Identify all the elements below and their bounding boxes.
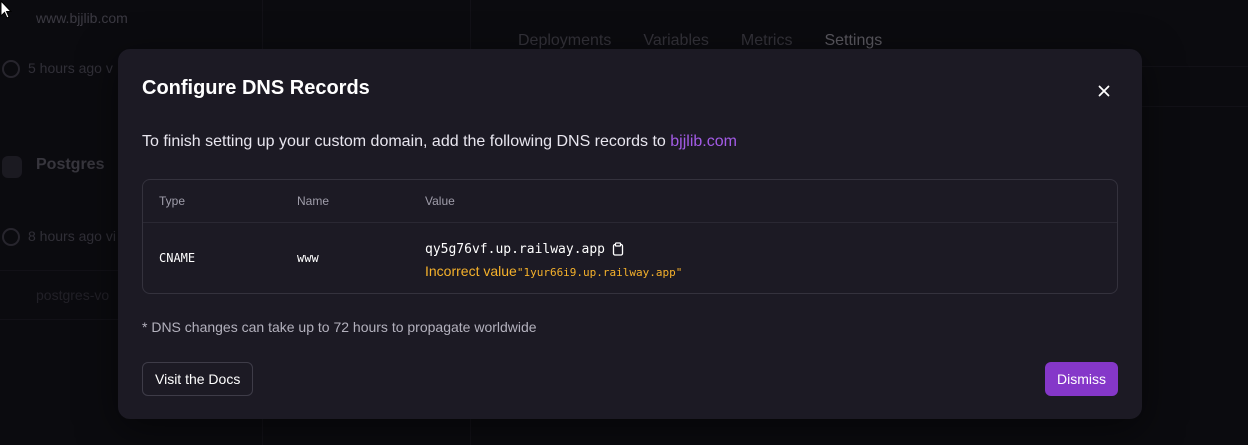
record-value: qy5g76vf.up.railway.app bbox=[425, 241, 606, 257]
record-type: CNAME bbox=[159, 251, 196, 265]
copy-icon bbox=[612, 242, 624, 256]
intro-text: To finish setting up your custom domain,… bbox=[142, 133, 671, 150]
record-value-cell: qy5g76vf.up.railway.app bbox=[425, 240, 627, 258]
table-divider bbox=[143, 222, 1117, 223]
column-header-name: Name bbox=[297, 194, 330, 208]
close-button[interactable] bbox=[1090, 77, 1118, 105]
warning-current-value: "1yur66i9.up.railway.app" bbox=[516, 266, 683, 279]
close-icon bbox=[1098, 85, 1110, 97]
column-header-type: Type bbox=[159, 194, 186, 208]
modal-intro: To finish setting up your custom domain,… bbox=[142, 133, 737, 151]
modal-title: Configure DNS Records bbox=[142, 77, 370, 99]
record-name: www bbox=[297, 251, 319, 265]
warning-label: Incorrect value bbox=[425, 263, 517, 279]
dns-records-table: Type Name Value CNAME www qy5g76vf.up.ra… bbox=[142, 179, 1118, 294]
incorrect-value-warning: Incorrect value "1yur66i9.up.railway.app… bbox=[425, 263, 682, 279]
copy-value-button[interactable] bbox=[609, 240, 627, 258]
dns-records-modal: Configure DNS Records To finish setting … bbox=[118, 49, 1142, 419]
dismiss-button[interactable]: Dismiss bbox=[1045, 362, 1118, 396]
mouse-cursor-icon bbox=[0, 0, 12, 19]
domain-link[interactable]: bjjlib.com bbox=[670, 133, 737, 150]
column-header-value: Value bbox=[425, 194, 455, 208]
visit-docs-button[interactable]: Visit the Docs bbox=[142, 362, 254, 396]
propagation-note: * DNS changes can take up to 72 hours to… bbox=[142, 319, 537, 335]
